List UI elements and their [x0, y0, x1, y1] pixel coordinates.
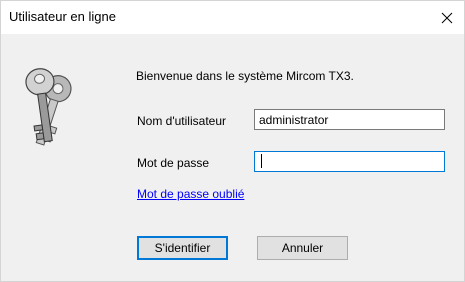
cancel-button[interactable]: Annuler — [257, 236, 348, 260]
keys-icon — [25, 68, 72, 146]
welcome-message: Bienvenue dans le système Mircom TX3. — [136, 69, 354, 83]
password-input[interactable] — [254, 151, 445, 172]
forgot-password-link[interactable]: Mot de passe oublié — [137, 187, 244, 201]
text-caret — [261, 154, 262, 168]
login-button[interactable]: S'identifier — [137, 236, 228, 260]
close-icon — [441, 12, 453, 23]
username-input[interactable] — [254, 109, 445, 130]
title-bar: Utilisateur en ligne — [1, 1, 464, 34]
username-label: Nom d'utilisateur — [137, 114, 226, 128]
password-label: Mot de passe — [137, 156, 210, 170]
window-title: Utilisateur en ligne — [9, 9, 116, 24]
close-button[interactable] — [430, 1, 464, 34]
login-dialog: Utilisateur en ligne Bienvenue dans le s… — [0, 0, 465, 282]
